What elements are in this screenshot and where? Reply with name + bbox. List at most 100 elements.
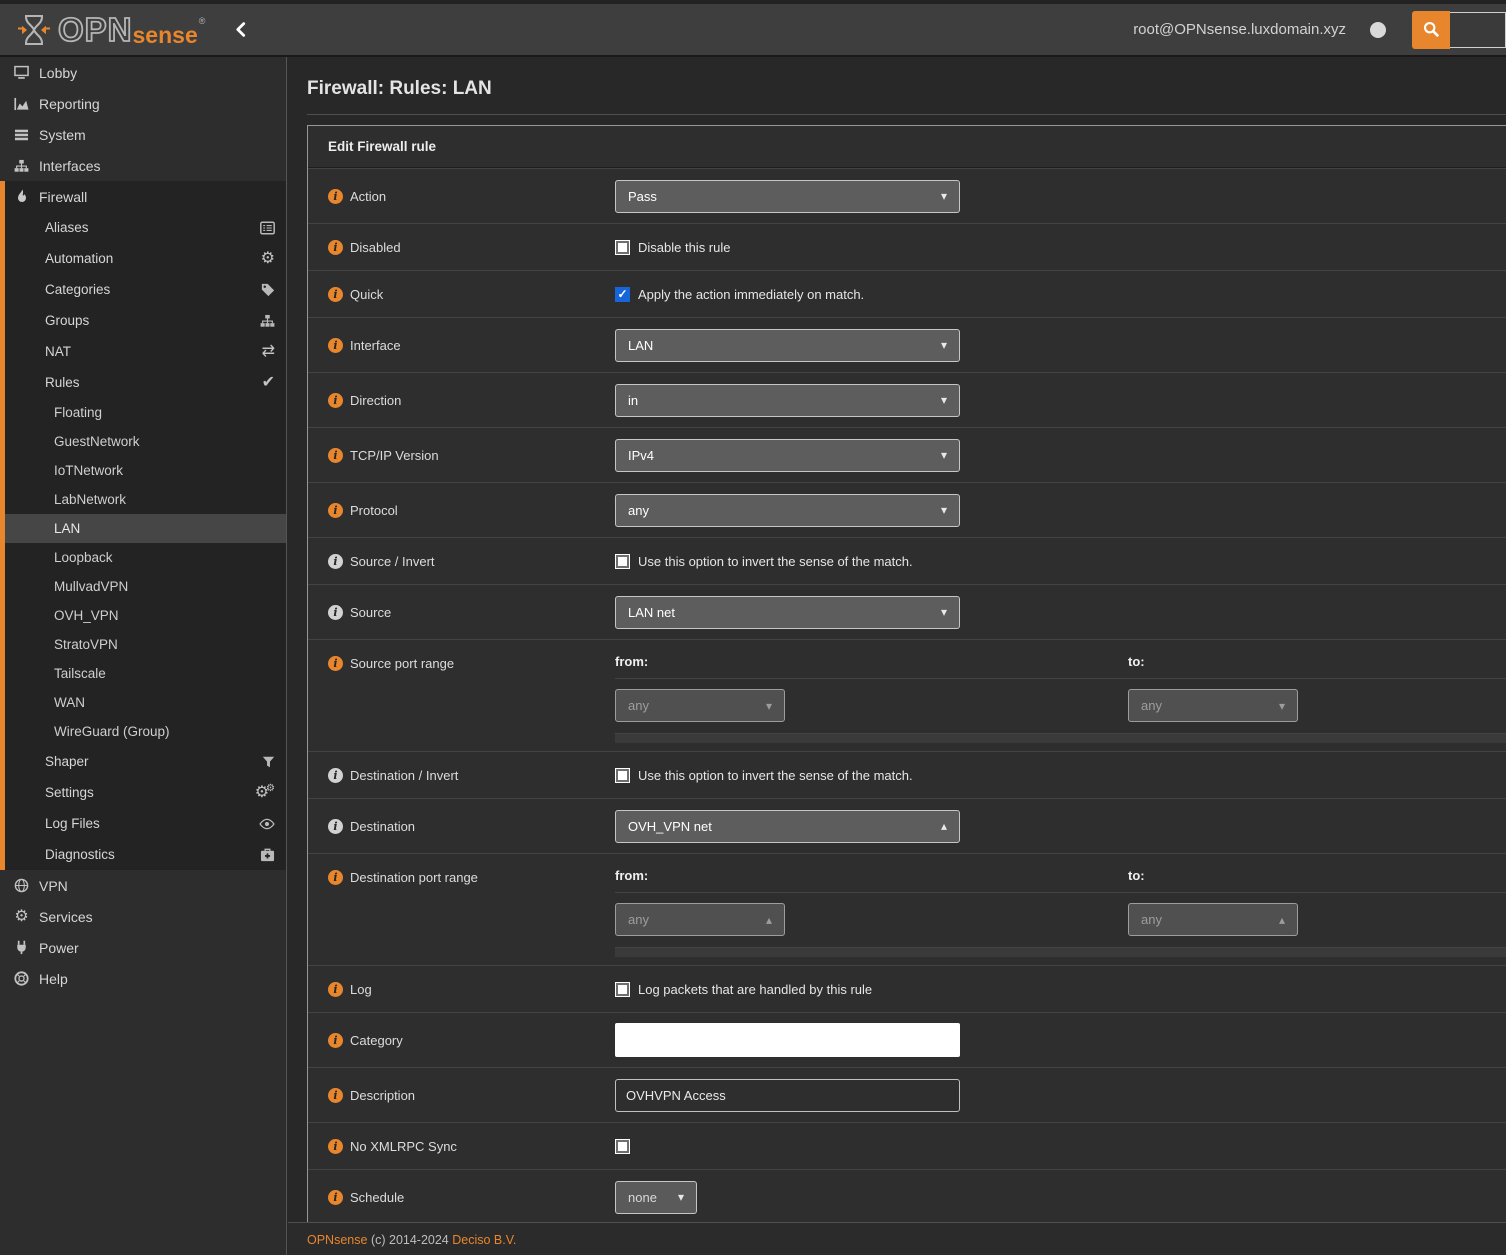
info-icon[interactable] [328,605,343,620]
status-indicator-icon[interactable] [1370,22,1386,38]
sidebar-item-settings[interactable]: Settings ⚙⚙ [5,777,286,808]
source-select[interactable]: LAN net [615,596,960,629]
sidebar-item-rules-iotnetwork[interactable]: IoTNetwork [5,456,286,485]
sidebar-item-power[interactable]: Power [0,932,286,963]
field-label: Interface [350,338,401,353]
plug-icon [13,940,30,955]
sidebar-item-interfaces[interactable]: Interfaces [0,150,286,181]
no-xmlrpc-sync-checkbox[interactable] [615,1139,630,1154]
field-label: No XMLRPC Sync [350,1139,457,1154]
footer-brand-link[interactable]: OPNsense [307,1233,367,1247]
info-icon[interactable] [328,1088,343,1103]
info-icon[interactable] [328,338,343,353]
sidebar-item-rules-ovh-vpn[interactable]: OVH_VPN [5,601,286,630]
info-icon[interactable] [328,393,343,408]
sidebar-item-automation[interactable]: Automation ⚙ [5,243,286,274]
chevron-down-icon [941,394,947,406]
sidebar-item-rules-floating[interactable]: Floating [5,398,286,427]
source-port-from-select[interactable]: any [615,689,785,722]
quick-checkbox[interactable] [615,287,630,302]
info-icon[interactable] [328,503,343,518]
sidebar-item-diagnostics[interactable]: Diagnostics [5,839,286,870]
gear-icon: ⚙ [261,251,275,267]
info-icon[interactable] [328,287,343,302]
info-icon[interactable] [328,1190,343,1205]
sidebar-item-reporting[interactable]: Reporting [0,88,286,119]
footer-copyright: (c) 2014-2024 [371,1233,449,1247]
interface-select[interactable]: LAN [615,329,960,362]
info-icon[interactable] [328,768,343,783]
footer-company-link[interactable]: Deciso B.V. [452,1233,516,1247]
tcpip-version-select[interactable]: IPv4 [615,439,960,472]
search-input[interactable] [1450,12,1506,48]
sidebar-item-nat[interactable]: NAT ⇄ [5,336,286,367]
source-port-to-select[interactable]: any [1128,689,1298,722]
sidebar-item-rules[interactable]: Rules ✔ [5,367,286,398]
info-icon[interactable] [328,1139,343,1154]
direction-select[interactable]: in [615,384,960,417]
destination-select[interactable]: OVH_VPN net [615,810,960,843]
select-value: OVH_VPN net [628,819,712,834]
field-label: Source [350,605,391,620]
info-icon[interactable] [328,240,343,255]
sidebar-item-rules-loopback[interactable]: Loopback [5,543,286,572]
info-icon[interactable] [328,870,343,885]
info-icon[interactable] [328,819,343,834]
description-input[interactable] [615,1079,960,1112]
sidebar-item-rules-wireguard-group[interactable]: WireGuard (Group) [5,717,286,746]
form-row-tcpip-version: TCP/IP Version IPv4 [308,427,1506,482]
sidebar-item-label: Firewall [39,189,87,205]
sidebar-item-categories[interactable]: Categories [5,274,286,305]
sidebar-item-label: MullvadVPN [54,579,128,594]
sidebar-item-shaper[interactable]: Shaper [5,746,286,777]
info-icon[interactable] [328,554,343,569]
info-icon[interactable] [328,189,343,204]
form-row-destination-port-range: Destination port range from: to: any [308,853,1506,965]
title-divider [307,114,1506,115]
info-icon[interactable] [328,448,343,463]
chevron-down-icon [1279,700,1285,712]
sidebar-item-rules-wan[interactable]: WAN [5,688,286,717]
sidebar-item-rules-guestnetwork[interactable]: GuestNetwork [5,427,286,456]
disabled-checkbox[interactable] [615,240,630,255]
field-label: TCP/IP Version [350,448,439,463]
category-input[interactable] [615,1023,960,1057]
form-row-source: Source LAN net [308,584,1506,639]
footer: OPNsense (c) 2014-2024 Deciso B.V. [288,1222,1506,1255]
sidebar-item-groups[interactable]: Groups [5,305,286,336]
source-invert-checkbox[interactable] [615,554,630,569]
info-icon[interactable] [328,656,343,671]
protocol-select[interactable]: any [615,494,960,527]
action-select[interactable]: Pass [615,180,960,213]
sidebar-item-rules-mullvadvpn[interactable]: MullvadVPN [5,572,286,601]
sidebar-item-rules-stratovpn[interactable]: StratoVPN [5,630,286,659]
opnsense-logo[interactable]: OPN sense ® [16,12,205,48]
sidebar-item-help[interactable]: Help [0,963,286,994]
info-icon[interactable] [328,982,343,997]
schedule-select[interactable]: none [615,1181,697,1214]
info-icon[interactable] [328,1033,343,1048]
sidebar-item-lobby[interactable]: Lobby [0,57,286,88]
sidebar-item-label: Interfaces [39,158,100,174]
sidebar-collapse-icon[interactable] [235,22,246,37]
select-value: any [628,912,649,927]
sidebar-item-label: Shaper [45,754,89,769]
sidebar-item-rules-tailscale[interactable]: Tailscale [5,659,286,688]
sidebar-item-vpn[interactable]: VPN [0,870,286,901]
sidebar-item-firewall[interactable]: Firewall [5,181,286,212]
search-button[interactable] [1412,11,1450,49]
sidebar-item-log-files[interactable]: Log Files [5,808,286,839]
sidebar-item-rules-labnetwork[interactable]: LabNetwork [5,485,286,514]
area-chart-icon [13,97,30,111]
sidebar-item-services[interactable]: ⚙ Services [0,901,286,932]
sidebar-item-aliases[interactable]: Aliases [5,212,286,243]
log-checkbox[interactable] [615,982,630,997]
chevron-down-icon [941,190,947,202]
destination-invert-checkbox[interactable] [615,768,630,783]
form-row-description: Description [308,1067,1506,1122]
destination-port-to-select[interactable]: any [1128,903,1298,936]
sidebar-item-system[interactable]: System [0,119,286,150]
select-value: any [1141,698,1162,713]
destination-port-from-select[interactable]: any [615,903,785,936]
sidebar-item-rules-lan[interactable]: LAN [5,514,286,543]
